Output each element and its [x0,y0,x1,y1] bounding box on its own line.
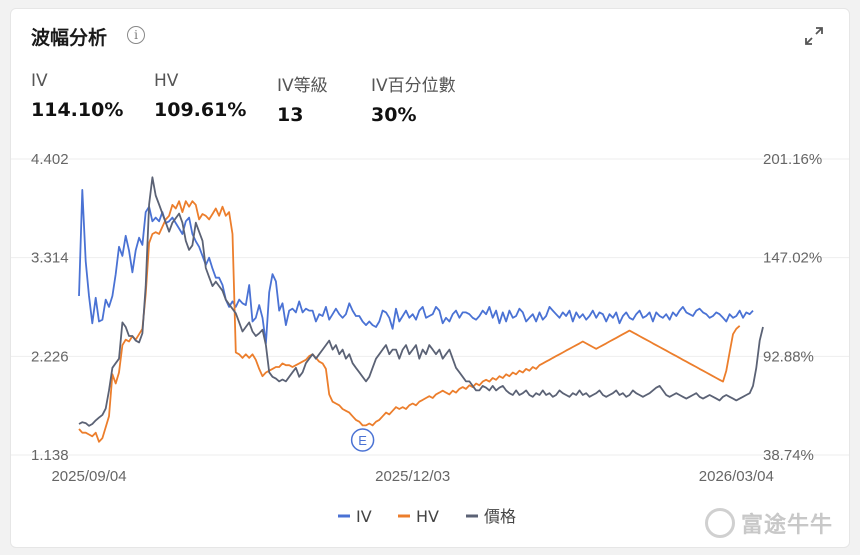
watermark: 富途牛牛 [704,507,833,539]
legend-label: IV [356,507,372,526]
x-tick-label: 2025/12/03 [375,468,450,485]
volatility-card: 波幅分析 i IV 114.10% HV 109.61% IV等級 13 IV百… [10,8,850,548]
series-line-hv [78,200,741,443]
left-tick-label: 3.314 [31,250,69,267]
series-line-price [78,176,764,427]
x-tick-label: 2025/09/04 [51,468,126,485]
left-tick-label: 1.138 [31,447,69,464]
volatility-chart[interactable]: 4.402 201.16% 3.314 147.02% 2.226 92.88% 1.138… [11,9,849,547]
right-tick-label: 92.88% [763,348,814,365]
x-tick-label: 2026/03/04 [699,468,774,485]
right-tick-label: 201.16% [763,151,822,168]
left-tick-label: 2.226 [31,348,69,365]
series-line-iv [78,188,754,345]
watermark-text: 富途牛牛 [740,513,833,538]
right-tick-label: 38.74% [763,447,814,464]
legend-label: 價格 [484,507,516,526]
right-tick-label: 147.02% [763,250,822,267]
event-marker-label: E [358,433,367,448]
left-tick-label: 4.402 [31,151,69,168]
legend-label: HV [416,507,439,526]
watermark-logo-icon [704,508,735,538]
